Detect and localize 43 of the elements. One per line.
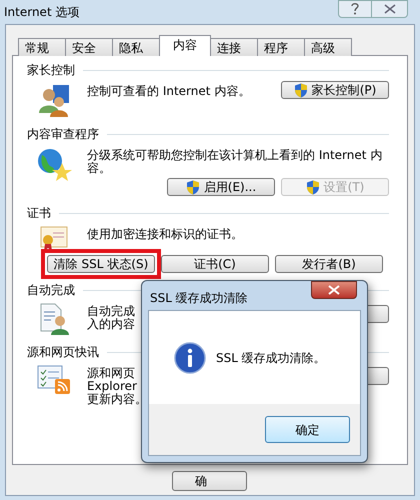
feed-list-icon [37,365,71,395]
button[interactable]: 启用(E)... [167,178,275,196]
tab[interactable]: 安全 [65,38,113,56]
close-icon [328,285,340,295]
section-heading: 内容审查程序 [27,126,99,143]
description-text: 容。 [87,162,112,175]
ok-button[interactable]: 确定 [265,416,350,443]
section-heading: 家长控制 [27,62,75,79]
tab[interactable]: 内容 [159,35,211,56]
section-heading: 源和网页快讯 [27,344,99,361]
description-text: 更新内容。 [87,393,147,406]
users-icon [37,83,71,117]
button[interactable]: 发行者(B) [275,255,383,273]
close-button[interactable] [311,281,357,299]
description-text: 分级系统可帮助您控制在该计算机上看到的 Internet 内 [87,149,382,162]
close-icon [384,4,396,14]
section-heading: 证书 [27,205,51,222]
button[interactable]: 清除 SSL 状态(S) [47,255,155,273]
form-user-icon [39,303,69,335]
help-icon [351,3,359,15]
close-button[interactable] [372,0,408,18]
window-title: Internet 选项 [4,4,80,21]
help-button[interactable] [338,0,372,18]
dialog-title: SSL 缓存成功清除 [150,290,248,307]
ok-button[interactable]: 确 [172,471,247,491]
certificate-icon [40,226,68,252]
section-heading: 自动完成 [27,282,75,299]
description-text: 自动完成 [87,305,135,318]
button[interactable]: 证书(C) [161,255,269,273]
tab[interactable]: 程序 [257,38,305,56]
globe-star-icon [36,147,72,183]
info-icon [174,342,206,374]
description-text: 源和网页 [87,367,136,380]
description-text: Explorer [87,380,138,393]
button[interactable]: 家长控制(P) [281,81,389,99]
dialog-message: SSL 缓存成功清除。 [216,350,326,366]
description-text: 控制可查看的 Internet 内容。 [87,85,250,98]
tab[interactable]: 高级 [304,38,352,56]
description-text: 使用加密连接和标识的证书。 [87,228,243,241]
description-text: 入的内容 [87,318,135,331]
tab[interactable]: 常规 [18,38,66,56]
tab[interactable]: 隐私 [112,38,160,56]
tab[interactable]: 连接 [210,38,258,56]
